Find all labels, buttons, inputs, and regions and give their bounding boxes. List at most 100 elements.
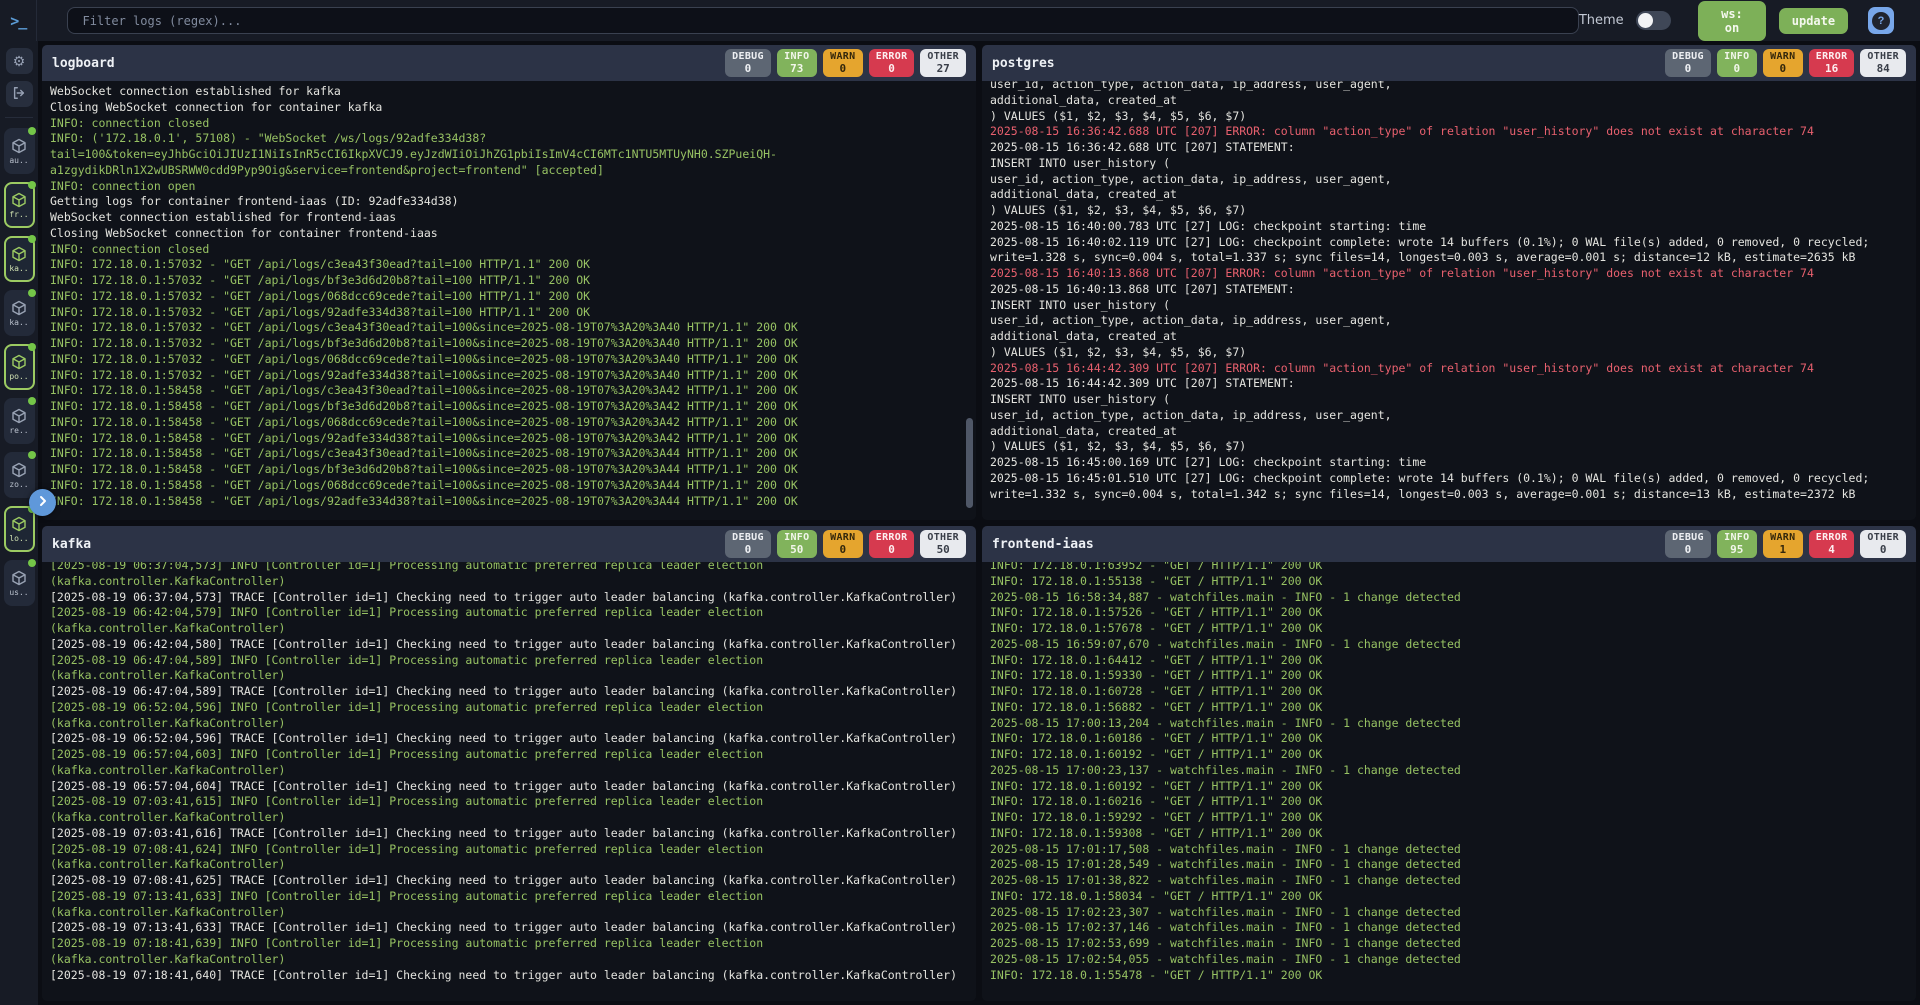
sidebar-item-re[interactable]: re.. bbox=[4, 398, 35, 444]
log-line: [2025-08-19 07:08:41,624] INFO [Controll… bbox=[50, 842, 968, 858]
log-line: 2025-08-15 16:40:00.783 UTC [27] LOG: ch… bbox=[990, 219, 1908, 235]
badge-other[interactable]: OTHER0 bbox=[1860, 530, 1906, 558]
badge-error[interactable]: ERROR0 bbox=[869, 49, 915, 77]
container-label: ka.. bbox=[9, 264, 28, 273]
panel-title: postgres bbox=[992, 56, 1055, 71]
container-cube-icon bbox=[11, 138, 27, 154]
badge-count: 0 bbox=[876, 544, 908, 556]
badge-error[interactable]: ERROR4 bbox=[1809, 530, 1855, 558]
log-lines: WebSocket connection established for kaf… bbox=[50, 84, 968, 509]
badge-debug[interactable]: DEBUG0 bbox=[1665, 530, 1711, 558]
panel-header: frontend-iaasDEBUG0INFO95WARN1ERROR4OTHE… bbox=[982, 526, 1916, 562]
log-output[interactable]: [2025-08-19 06:37:04,573] INFO [Controll… bbox=[42, 562, 976, 1001]
log-line: INFO: 172.18.0.1:60186 - "GET / HTTP/1.1… bbox=[990, 731, 1908, 747]
badge-other[interactable]: OTHER84 bbox=[1860, 49, 1906, 77]
log-line: INFO: 172.18.0.1:58458 - "GET /api/logs/… bbox=[50, 399, 968, 415]
log-line: INFO: connection closed bbox=[50, 116, 968, 132]
sidebar-item-fr[interactable]: fr.. bbox=[4, 182, 35, 228]
badge-count: 4 bbox=[1816, 544, 1848, 556]
log-output[interactable]: INFO: 172.18.0.1:63952 - "GET / HTTP/1.1… bbox=[982, 562, 1916, 1001]
log-line: 2025-08-15 17:01:28,549 - watchfiles.mai… bbox=[990, 857, 1908, 873]
log-line: a1zgydikDRln1X2wUBSRWW0cdd9Pyp9Oig&servi… bbox=[50, 163, 968, 179]
badge-count: 16 bbox=[1816, 63, 1848, 75]
sidebar-item-lo[interactable]: lo.. bbox=[4, 506, 35, 552]
log-lines: INFO: 172.18.0.1:63952 - "GET / HTTP/1.1… bbox=[990, 562, 1908, 983]
log-line: INFO: 172.18.0.1:57032 - "GET /api/logs/… bbox=[50, 273, 968, 289]
log-line: WebSocket connection established for kaf… bbox=[50, 84, 968, 100]
sidebar-item-po[interactable]: po.. bbox=[4, 344, 35, 390]
log-line: INFO: 172.18.0.1:57032 - "GET /api/logs/… bbox=[50, 368, 968, 384]
container-cube-icon bbox=[11, 462, 27, 478]
log-filter-input[interactable] bbox=[67, 7, 1578, 34]
container-status-dot bbox=[28, 289, 36, 297]
logout-button[interactable] bbox=[6, 81, 33, 107]
log-line: INFO: 172.18.0.1:57032 - "GET /api/logs/… bbox=[50, 336, 968, 352]
badge-count: 73 bbox=[784, 63, 810, 75]
badge-error[interactable]: ERROR16 bbox=[1809, 49, 1855, 77]
badge-count: 0 bbox=[1672, 63, 1704, 75]
badge-debug[interactable]: DEBUG0 bbox=[725, 49, 771, 77]
log-line: 2025-08-15 16:45:01.510 UTC [27] LOG: ch… bbox=[990, 471, 1908, 487]
log-line: INFO: 172.18.0.1:56882 - "GET / HTTP/1.1… bbox=[990, 700, 1908, 716]
badge-other[interactable]: OTHER50 bbox=[920, 530, 966, 558]
badge-info[interactable]: INFO95 bbox=[1717, 530, 1757, 558]
log-line: INFO: 172.18.0.1:58458 - "GET /api/logs/… bbox=[50, 446, 968, 462]
sidebar-container-list: au.. fr.. ka.. ka.. po.. re.. zo.. lo.. us.. bbox=[0, 128, 38, 606]
log-line: (kafka.controller.KafkaController) bbox=[50, 763, 968, 779]
log-line: Getting logs for container frontend-iaas… bbox=[50, 194, 968, 210]
log-line: [2025-08-19 07:08:41,625] TRACE [Control… bbox=[50, 873, 968, 889]
badge-other[interactable]: OTHER27 bbox=[920, 49, 966, 77]
scrollbar-thumb[interactable] bbox=[966, 418, 973, 508]
panels-grid: logboardDEBUG0INFO73WARN0ERROR0OTHER27We… bbox=[38, 41, 1920, 1005]
log-line: (kafka.controller.KafkaController) bbox=[50, 621, 968, 637]
websocket-status-button[interactable]: ws: on bbox=[1698, 1, 1766, 41]
badge-info[interactable]: INFO73 bbox=[777, 49, 817, 77]
container-cube-icon bbox=[11, 246, 27, 262]
badge-warn[interactable]: WARN0 bbox=[823, 49, 863, 77]
log-line: [2025-08-19 06:57:04,603] INFO [Controll… bbox=[50, 747, 968, 763]
container-cube-icon bbox=[11, 570, 27, 586]
badge-count: 0 bbox=[830, 544, 856, 556]
sidebar-item-ka[interactable]: ka.. bbox=[4, 236, 35, 282]
badge-warn[interactable]: WARN0 bbox=[1763, 49, 1803, 77]
log-output[interactable]: user_id, action_type, action_data, ip_ad… bbox=[982, 81, 1916, 520]
question-mark-icon: ? bbox=[1872, 12, 1890, 30]
badge-info[interactable]: INFO0 bbox=[1717, 49, 1757, 77]
sidebar-item-us[interactable]: us.. bbox=[4, 560, 35, 606]
log-line: INFO: connection closed bbox=[50, 242, 968, 258]
badge-warn[interactable]: WARN1 bbox=[1763, 530, 1803, 558]
container-status-dot bbox=[28, 559, 36, 567]
badge-debug[interactable]: DEBUG0 bbox=[725, 530, 771, 558]
log-line: (kafka.controller.KafkaController) bbox=[50, 810, 968, 826]
settings-button[interactable]: ⚙ bbox=[6, 48, 33, 74]
sidebar-expand-button[interactable] bbox=[29, 489, 56, 516]
badge-count: 0 bbox=[732, 63, 764, 75]
sidebar-item-ka[interactable]: ka.. bbox=[4, 290, 35, 336]
log-line: [2025-08-19 07:03:41,615] INFO [Controll… bbox=[50, 794, 968, 810]
log-line: ) VALUES ($1, $2, $3, $4, $5, $6, $7) bbox=[990, 203, 1908, 219]
log-line: [2025-08-19 07:13:41,633] INFO [Controll… bbox=[50, 889, 968, 905]
container-label: zo.. bbox=[9, 480, 28, 489]
badge-warn[interactable]: WARN0 bbox=[823, 530, 863, 558]
log-line: 2025-08-15 16:44:42.309 UTC [207] STATEM… bbox=[990, 376, 1908, 392]
help-button[interactable]: ? bbox=[1868, 7, 1894, 34]
sidebar-item-au[interactable]: au.. bbox=[4, 128, 35, 174]
log-line: 2025-08-15 16:36:42.688 UTC [207] ERROR:… bbox=[990, 124, 1908, 140]
log-line: INFO: 172.18.0.1:59292 - "GET / HTTP/1.1… bbox=[990, 810, 1908, 826]
badge-error[interactable]: ERROR0 bbox=[869, 530, 915, 558]
badge-count: 27 bbox=[927, 63, 959, 75]
panel-kafka: kafkaDEBUG0INFO50WARN0ERROR0OTHER50[2025… bbox=[42, 526, 976, 1001]
panel-header: kafkaDEBUG0INFO50WARN0ERROR0OTHER50 bbox=[42, 526, 976, 562]
theme-toggle[interactable] bbox=[1636, 11, 1671, 30]
log-line: [2025-08-19 06:52:04,596] TRACE [Control… bbox=[50, 731, 968, 747]
update-button[interactable]: update bbox=[1779, 8, 1848, 34]
panel-postgres: postgres DEBUG0INFO0WARN0ERROR16OTHER84 us… bbox=[982, 45, 1916, 520]
log-line: [2025-08-19 06:52:04,596] INFO [Controll… bbox=[50, 700, 968, 716]
log-line: INFO: 172.18.0.1:64412 - "GET / HTTP/1.1… bbox=[990, 653, 1908, 669]
sidebar-item-zo[interactable]: zo.. bbox=[4, 452, 35, 498]
badge-debug[interactable]: DEBUG0 bbox=[1665, 49, 1711, 77]
badge-info[interactable]: INFO50 bbox=[777, 530, 817, 558]
log-output[interactable]: WebSocket connection established for kaf… bbox=[42, 81, 976, 520]
badge-count: 50 bbox=[784, 544, 810, 556]
badge-count: 0 bbox=[876, 63, 908, 75]
